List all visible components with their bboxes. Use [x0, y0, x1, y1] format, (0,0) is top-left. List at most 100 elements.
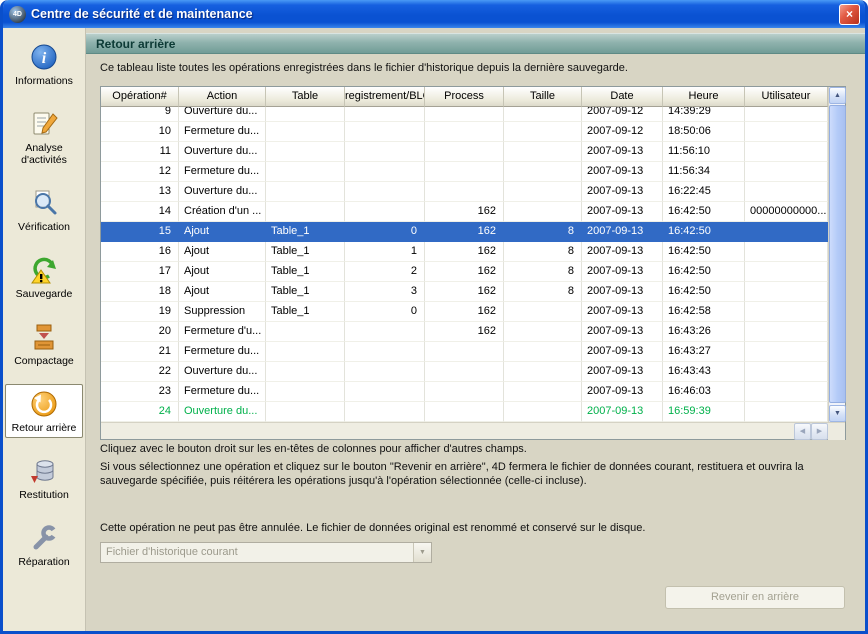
table-cell: Ouverture du...	[179, 182, 266, 202]
table-cell: 2007-09-13	[582, 322, 663, 342]
table-cell: 13	[101, 182, 179, 202]
table-cell	[504, 142, 582, 162]
repair-icon	[7, 523, 81, 554]
dropdown-selected-value: Fichier d'historique courant	[101, 543, 413, 562]
table-cell: Ouverture du...	[179, 402, 266, 422]
table-row[interactable]: 15AjoutTable_1016282007-09-1316:42:50	[101, 222, 828, 242]
sidebar-item-retour-arriere[interactable]: Retour arrière	[5, 384, 83, 438]
table-cell: 19	[101, 302, 179, 322]
table-cell: 18	[101, 282, 179, 302]
table-cell: 8	[504, 282, 582, 302]
table-row[interactable]: 14Création d'un ...1622007-09-1316:42:50…	[101, 202, 828, 222]
sidebar-item-restitution[interactable]: Restitution	[5, 451, 83, 505]
vertical-scrollbar[interactable]: ▲ ▼	[828, 87, 845, 422]
explanation-text: Si vous sélectionnez une opération et cl…	[100, 461, 848, 488]
table-row[interactable]: 13Ouverture du...2007-09-1316:22:45	[101, 182, 828, 202]
sidebar-item-label: Vérification	[18, 221, 70, 233]
table-row[interactable]: 24Ouverture du...2007-09-1316:59:39	[101, 402, 828, 422]
column-header-9[interactable]: Utilisateur	[745, 87, 828, 107]
table-row[interactable]: 12Fermeture du...2007-09-1311:56:34	[101, 162, 828, 182]
table-row[interactable]: 18AjoutTable_1316282007-09-1316:42:50	[101, 282, 828, 302]
panel-title: Retour arrière	[96, 37, 175, 51]
scrollbar-corner	[828, 423, 845, 440]
table-cell	[745, 162, 828, 182]
column-header-6[interactable]: Taille	[504, 87, 582, 107]
sidebar: i Informations Analyse d'activités	[3, 28, 86, 631]
sidebar-item-sauvegarde[interactable]: Sauvegarde	[5, 250, 83, 304]
table-row[interactable]: 20Fermeture d'u...1622007-09-1316:43:26	[101, 322, 828, 342]
table-row[interactable]: 21Fermeture du...2007-09-1316:43:27	[101, 342, 828, 362]
column-header-3[interactable]: Table	[266, 87, 345, 107]
horizontal-scrollbar[interactable]: ◀ ▶	[101, 422, 845, 439]
table-row[interactable]: 11Ouverture du...2007-09-1311:56:10	[101, 142, 828, 162]
table-cell	[745, 362, 828, 382]
sidebar-item-compactage[interactable]: Compactage	[5, 317, 83, 371]
table-row[interactable]: 9Ouverture du...2007-09-1214:39:29	[101, 107, 828, 122]
table-cell	[266, 202, 345, 222]
sidebar-item-verification[interactable]: Vérification	[5, 183, 83, 237]
revert-button[interactable]: Revenir en arrière	[665, 586, 845, 609]
history-file-dropdown[interactable]: Fichier d'historique courant ▼	[100, 542, 432, 563]
table-cell: 16:42:50	[663, 282, 745, 302]
table-cell	[266, 107, 345, 122]
column-header-5[interactable]: Process	[425, 87, 504, 107]
table-cell: Ouverture du...	[179, 107, 266, 122]
table-cell: 2007-09-13	[582, 342, 663, 362]
table-cell	[745, 107, 828, 122]
table-cell	[425, 402, 504, 422]
column-header-1[interactable]: Opération#	[101, 87, 179, 107]
table-row[interactable]: 17AjoutTable_1216282007-09-1316:42:50	[101, 262, 828, 282]
table-header-row: Opération#ActionTableregistrement/BLOPro…	[101, 87, 828, 107]
sidebar-item-analyse-activites[interactable]: Analyse d'activités	[5, 104, 83, 170]
table-cell: 2007-09-13	[582, 142, 663, 162]
table-row[interactable]: 16AjoutTable_1116282007-09-1316:42:50	[101, 242, 828, 262]
table-cell: 2007-09-13	[582, 222, 663, 242]
table-cell: 2007-09-13	[582, 242, 663, 262]
table-cell	[745, 262, 828, 282]
table-cell	[266, 122, 345, 142]
table-cell	[504, 302, 582, 322]
table-cell: Fermeture du...	[179, 162, 266, 182]
table-row[interactable]: 23Fermeture du...2007-09-1316:46:03	[101, 382, 828, 402]
table-cell	[504, 202, 582, 222]
table-row[interactable]: 19SuppressionTable_101622007-09-1316:42:…	[101, 302, 828, 322]
chevron-down-icon: ▼	[413, 543, 431, 562]
table-cell	[345, 322, 425, 342]
table-cell	[504, 342, 582, 362]
table-cell	[745, 122, 828, 142]
table-cell	[345, 202, 425, 222]
table-cell	[745, 322, 828, 342]
table-row[interactable]: 10Fermeture du...2007-09-1218:50:06	[101, 122, 828, 142]
sidebar-item-label: Restitution	[19, 489, 69, 501]
table-cell: 2007-09-12	[582, 107, 663, 122]
scroll-down-button[interactable]: ▼	[829, 405, 846, 422]
table-cell: 162	[425, 222, 504, 242]
table-cell: 2007-09-13	[582, 402, 663, 422]
column-header-4[interactable]: registrement/BLO	[345, 87, 425, 107]
column-header-2[interactable]: Action	[179, 87, 266, 107]
table-cell: Suppression	[179, 302, 266, 322]
table-cell: Table_1	[266, 222, 345, 242]
table-cell: 3	[345, 282, 425, 302]
column-header-7[interactable]: Date	[582, 87, 663, 107]
sidebar-item-label: Réparation	[18, 556, 69, 568]
table-cell: 1	[345, 242, 425, 262]
sidebar-item-informations[interactable]: i Informations	[5, 37, 83, 91]
table-cell: 8	[504, 242, 582, 262]
table-cell	[745, 402, 828, 422]
maintenance-window: 4D Centre de sécurité et de maintenance …	[0, 0, 868, 634]
vertical-scroll-thumb[interactable]	[829, 105, 846, 403]
table-cell	[345, 342, 425, 362]
scroll-up-button[interactable]: ▲	[829, 87, 846, 104]
table-cell	[425, 122, 504, 142]
close-button[interactable]: ×	[839, 4, 860, 25]
column-header-8[interactable]: Heure	[663, 87, 745, 107]
sidebar-item-reparation[interactable]: Réparation	[5, 518, 83, 572]
table-cell: 10	[101, 122, 179, 142]
scroll-left-button[interactable]: ◀	[794, 423, 811, 440]
table-cell	[745, 242, 828, 262]
table-cell	[425, 107, 504, 122]
table-cell: 16:42:50	[663, 202, 745, 222]
table-row[interactable]: 22Ouverture du...2007-09-1316:43:43	[101, 362, 828, 382]
scroll-right-button[interactable]: ▶	[811, 423, 828, 440]
